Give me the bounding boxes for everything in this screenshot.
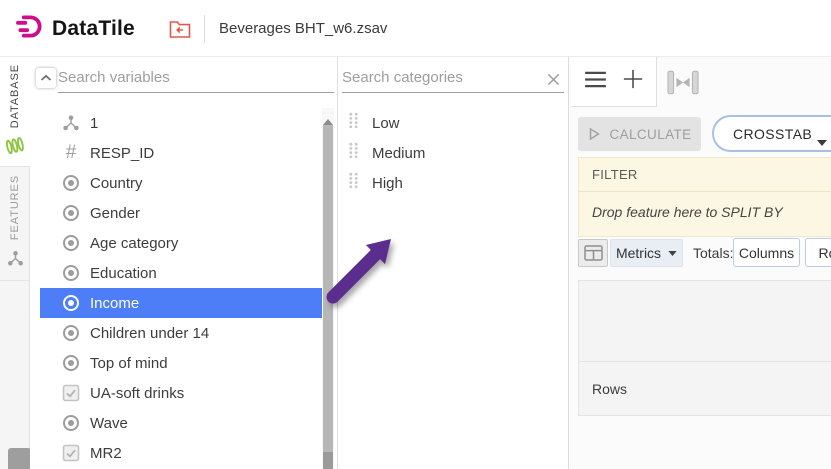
checkbox-checked-icon: [62, 444, 80, 462]
open-project-folder-icon[interactable]: [168, 18, 192, 40]
category-label: Low: [372, 115, 400, 132]
variable-label: 1: [90, 115, 98, 132]
rail-tab-database-label: DATABASE: [9, 64, 21, 128]
datatile-logo-icon: [16, 14, 45, 44]
top-bar: DataTile Beverages BHT_w6.zsav: [0, 0, 831, 57]
variable-item[interactable]: Top of mind: [40, 348, 322, 378]
variable-label: UA-soft drinks: [90, 385, 184, 402]
rail-partial-element: [8, 448, 31, 469]
variable-item-selected[interactable]: Income: [40, 288, 322, 318]
filter-dropzone[interactable]: FILTER Drop feature here to SPLIT BY: [578, 157, 831, 237]
variable-label: RESP_ID: [90, 145, 154, 162]
filter-divider: [579, 191, 831, 192]
chevron-down-icon: [817, 133, 827, 149]
play-icon: [587, 127, 601, 141]
variable-item[interactable]: Education: [40, 258, 322, 288]
features-network-icon: [7, 250, 24, 272]
totals-columns-button[interactable]: Columns: [733, 238, 800, 267]
rail-tab-features[interactable]: FEATURES: [0, 167, 30, 281]
chevron-down-icon: [668, 251, 677, 256]
variable-label: Top of mind: [90, 355, 168, 372]
search-variables-input[interactable]: [58, 63, 334, 93]
metrics-label: Metrics: [616, 245, 661, 261]
crosstab-dropdown[interactable]: CROSSTAB: [712, 115, 831, 152]
variable-label: Children under 14: [90, 325, 209, 342]
variables-scrollbar[interactable]: [322, 108, 334, 469]
variable-label: Income: [90, 295, 139, 312]
variable-item[interactable]: MR2: [40, 438, 322, 468]
rows-area-label: Rows: [592, 381, 627, 397]
category-label: High: [372, 175, 403, 192]
variable-item[interactable]: UA-soft drinks: [40, 378, 322, 408]
radio-icon: [62, 354, 80, 372]
drag-handle-icon[interactable]: [348, 142, 359, 164]
network-icon: [62, 114, 80, 132]
left-rail: DATABASE FEATURES: [0, 57, 30, 469]
add-tab-icon[interactable]: [622, 68, 644, 95]
rows-dropzone[interactable]: Rows: [578, 361, 831, 416]
variable-label: Age category: [90, 235, 178, 252]
workspace-tabbar: [571, 57, 657, 107]
variable-item[interactable]: Country: [40, 168, 322, 198]
search-categories-input[interactable]: [342, 63, 564, 93]
variable-label: Wave: [90, 415, 128, 432]
radio-icon: [62, 414, 80, 432]
datatile-logo[interactable]: DataTile: [16, 14, 135, 44]
category-item[interactable]: Low: [342, 108, 562, 138]
drag-handle-icon[interactable]: [348, 112, 359, 134]
drag-handle-icon[interactable]: [348, 172, 359, 194]
calculate-label: CALCULATE: [609, 127, 691, 142]
radio-icon: [62, 174, 80, 192]
close-icon[interactable]: [544, 70, 562, 88]
scrollbar-thumb[interactable]: [323, 125, 333, 452]
logo-text: DataTile: [52, 17, 135, 41]
dataset-filename: Beverages BHT_w6.zsav: [219, 0, 387, 57]
radio-icon: [62, 264, 80, 282]
crosstab-label: CROSSTAB: [733, 126, 812, 142]
rail-tab-database[interactable]: DATABASE: [0, 57, 30, 167]
variable-label: Country: [90, 175, 143, 192]
variable-item[interactable]: Wave: [40, 408, 322, 438]
category-label: Medium: [372, 145, 425, 162]
calculate-button[interactable]: CALCULATE: [578, 117, 701, 151]
variable-item[interactable]: Gender: [40, 198, 322, 228]
columns-dropzone[interactable]: [578, 280, 831, 362]
workspace-panel: CALCULATE CROSSTAB FILTER Drop feature h…: [570, 57, 831, 469]
radio-icon: [62, 294, 80, 312]
topbar-divider: [204, 15, 205, 43]
variable-item[interactable]: 1: [40, 108, 322, 138]
checkbox-checked-icon: [62, 384, 80, 402]
variable-item[interactable]: Age category: [40, 228, 322, 258]
hash-icon: #: [62, 144, 80, 162]
splitby-dropzone-hint: Drop feature here to SPLIT BY: [592, 204, 783, 220]
datatile-app-window: DataTile Beverages BHT_w6.zsav DATABASE: [0, 0, 831, 469]
variable-label: Gender: [90, 205, 140, 222]
variable-label: MR2: [90, 445, 122, 462]
chevron-up-icon[interactable]: [36, 68, 56, 88]
totals-rows-button[interactable]: Rows: [805, 238, 831, 267]
mirror-panels-icon[interactable]: [667, 70, 699, 100]
metrics-dropdown[interactable]: Metrics: [610, 239, 683, 267]
filter-label: FILTER: [592, 167, 638, 182]
category-item[interactable]: Medium: [342, 138, 562, 168]
database-icon: [3, 135, 27, 161]
variable-label: Education: [90, 265, 157, 282]
categories-panel: Low Medium High: [338, 57, 569, 469]
radio-icon: [62, 234, 80, 252]
variable-item[interactable]: Children under 14: [40, 318, 322, 348]
variable-item[interactable]: # RESP_ID: [40, 138, 322, 168]
table-layout-icon[interactable]: [578, 239, 608, 267]
totals-label: Totals:: [693, 239, 733, 267]
rail-tab-features-label: FEATURES: [9, 175, 21, 240]
menu-icon[interactable]: [584, 71, 607, 93]
category-item[interactable]: High: [342, 168, 562, 198]
variables-panel: 1 # RESP_ID Country Gender Age category …: [30, 57, 338, 469]
radio-icon: [62, 324, 80, 342]
scrollbar-bottom[interactable]: [323, 452, 333, 469]
radio-icon: [62, 204, 80, 222]
